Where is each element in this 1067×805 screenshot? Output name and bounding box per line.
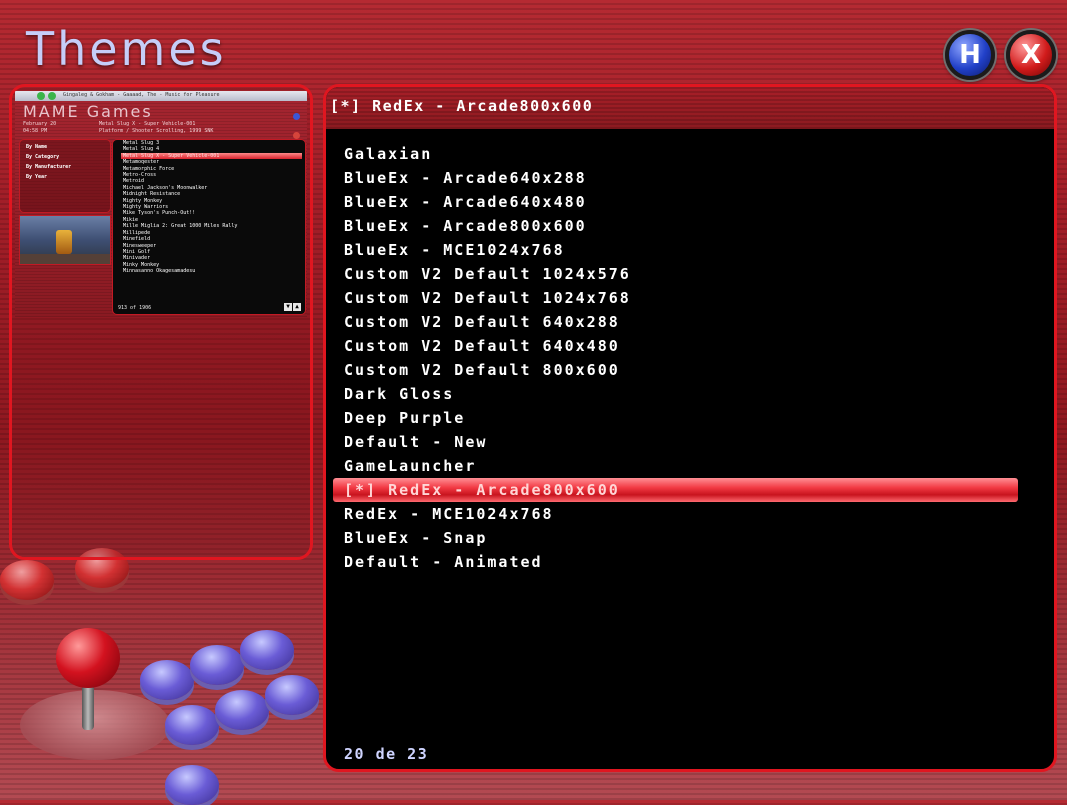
arcade-button-decoration: [140, 660, 194, 700]
preview-menu: By Name By Category By Manufacturer By Y…: [19, 139, 111, 213]
joystick-base-decoration: [20, 690, 170, 760]
theme-list-item-selected[interactable]: [*] RedEx - Arcade800x600: [333, 478, 1018, 502]
preview-game-title: Metal Slug X - Super Vehicle-001: [99, 121, 196, 127]
theme-list-item[interactable]: BlueEx - Arcade800x600: [326, 214, 1054, 238]
theme-list-item[interactable]: Custom V2 Default 1024x576: [326, 262, 1054, 286]
theme-list-item[interactable]: BlueEx - Arcade640x288: [326, 166, 1054, 190]
preview-game-list: Metal Slug 3 Metal Slug 4 Metal Slug X - S…: [112, 139, 306, 315]
preview-date: February 20 04:58 PM: [23, 121, 56, 135]
preview-scroll-arrows: ▼ ▲: [283, 293, 301, 312]
help-button[interactable]: H: [945, 30, 995, 80]
current-theme-header: [*] RedEx - Arcade800x600: [326, 87, 1054, 129]
preview-up-arrow-icon: ▲: [293, 303, 301, 311]
preview-time-line: 04:58 PM: [23, 128, 48, 134]
arcade-button-decoration: [190, 645, 244, 685]
preview-media-icon: [48, 92, 56, 100]
theme-list-item[interactable]: Deep Purple: [326, 406, 1054, 430]
theme-list-item[interactable]: Galaxian: [326, 142, 1054, 166]
preview-topbar: Gingaleg & Gokham - Gaaaad, The - Music …: [15, 91, 307, 101]
preview-game-genre: Platform / Shooter Scrolling, 1999 SNK: [99, 128, 214, 134]
preview-count: 913 of 1906: [118, 305, 152, 311]
theme-list-item[interactable]: Dark Gloss: [326, 382, 1054, 406]
preview-menu-item: By Year: [26, 174, 48, 180]
arcade-button-decoration: [215, 690, 269, 730]
arcade-button-decoration: [265, 675, 319, 715]
preview-menu-item: By Category: [26, 154, 60, 160]
theme-preview-screenshot: Gingaleg & Gokham - Gaaaad, The - Music …: [15, 91, 307, 317]
preview-game-snapshot: [19, 215, 111, 265]
preview-close-icon: [293, 132, 300, 139]
arcade-button-decoration: [240, 630, 294, 670]
theme-list-item[interactable]: Default - Animated: [326, 550, 1054, 574]
arcade-button-decoration: [165, 705, 219, 745]
arcade-button-decoration: [165, 765, 219, 805]
theme-list-item[interactable]: Custom V2 Default 640x480: [326, 334, 1054, 358]
preview-date-line: February 20: [23, 121, 57, 127]
preview-ground-image: [20, 254, 110, 264]
preview-down-arrow-icon: ▼: [284, 303, 292, 311]
theme-list-item[interactable]: Custom V2 Default 800x600: [326, 358, 1054, 382]
theme-list-item[interactable]: BlueEx - Arcade640x480: [326, 190, 1054, 214]
theme-list-item[interactable]: GameLauncher: [326, 454, 1054, 478]
page-title: Themes: [26, 22, 227, 76]
theme-list-item[interactable]: BlueEx - Snap: [326, 526, 1054, 550]
theme-preview-panel: Gingaleg & Gokham - Gaaaad, The - Music …: [9, 84, 313, 560]
preview-topbar-text: Gingaleg & Gokham - Gaaaad, The - Music …: [63, 92, 220, 98]
preview-game-info: Metal Slug X - Super Vehicle-001 Platfor…: [99, 121, 213, 135]
close-button[interactable]: X: [1006, 30, 1056, 80]
preview-menu-item: By Manufacturer: [26, 164, 72, 170]
theme-list-panel: [*] RedEx - Arcade800x600 Galaxian BlueEx…: [323, 84, 1057, 772]
preview-window-icons: [291, 105, 307, 143]
preview-title: MAME Games: [23, 102, 153, 121]
preview-game-item: Minnasanno Okagesamadesu: [123, 268, 196, 275]
arcade-button-decoration: [0, 560, 54, 600]
preview-character-image: [56, 230, 72, 254]
theme-list-item[interactable]: Custom V2 Default 1024x768: [326, 286, 1054, 310]
theme-count: 20 de 23: [344, 745, 429, 763]
preview-menu-item: By Name: [26, 144, 48, 150]
theme-list-item[interactable]: BlueEx - MCE1024x768: [326, 238, 1054, 262]
joystick-ball-decoration: [56, 628, 120, 688]
preview-help-icon: [293, 113, 300, 120]
theme-list-item[interactable]: RedEx - MCE1024x768: [326, 502, 1054, 526]
theme-list: Galaxian BlueEx - Arcade640x288 BlueEx - A…: [326, 142, 1054, 574]
theme-list-item[interactable]: Default - New: [326, 430, 1054, 454]
preview-media-icon: [37, 92, 45, 100]
theme-list-item[interactable]: Custom V2 Default 640x288: [326, 310, 1054, 334]
